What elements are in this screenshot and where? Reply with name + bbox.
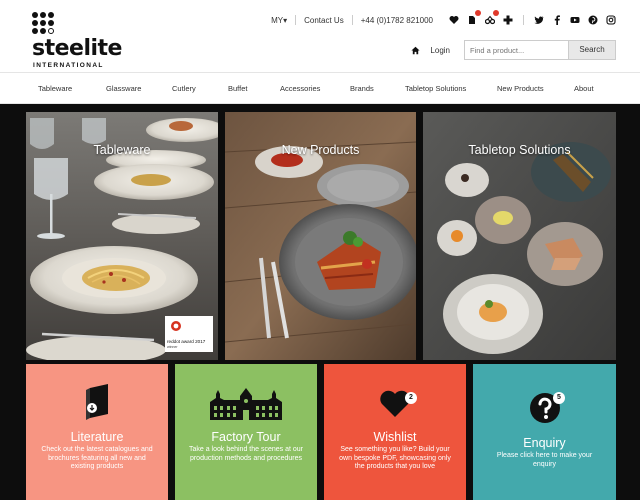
phone-number: +44 (0)1782 821000 (360, 15, 433, 25)
twitter-icon[interactable] (532, 13, 546, 27)
nav-glassware[interactable]: Glassware (106, 84, 141, 93)
contact-us-link[interactable]: Contact Us (302, 16, 346, 25)
divider (295, 15, 297, 25)
book-icon (86, 384, 108, 420)
panel-tabletop-solutions[interactable]: Tabletop Solutions (423, 112, 616, 360)
tile-description: Check out the latest catalogues and broc… (41, 446, 153, 471)
pinterest-icon[interactable] (586, 13, 600, 27)
panel-title: Tabletop Solutions (468, 143, 571, 157)
nav-buffet[interactable]: Buffet (228, 84, 247, 93)
panel-tableware[interactable]: Tableware reddot award 2017 winner (26, 112, 218, 360)
region-selector[interactable]: MY▾ (269, 16, 289, 25)
factory-building-icon (210, 388, 282, 420)
site-header: steelite INTERNATIONAL MY▾ Contact Us +4… (0, 0, 640, 72)
document-icon[interactable] (465, 10, 481, 27)
nav-cutlery[interactable]: Cutlery (172, 84, 196, 93)
main-nav: Tableware Glassware Cutlery Buffet Acces… (0, 72, 640, 104)
tile-description: See something you like? Build your own b… (339, 446, 451, 471)
enquiry-count-badge: 5 (553, 392, 565, 404)
notification-dot (493, 10, 499, 16)
tile-enquiry[interactable]: 5 Enquiry Please click here to make your… (473, 364, 616, 500)
main-content: Tableware reddot award 2017 winner New P… (0, 104, 640, 500)
heart-icon[interactable] (447, 13, 461, 27)
wishlist-count-badge: 2 (405, 392, 417, 404)
top-utility-bar: MY▾ Contact Us +44 (0)1782 821000 (269, 10, 620, 28)
steelite-logo[interactable]: steelite INTERNATIONAL (32, 12, 132, 69)
nav-about[interactable]: About (574, 84, 594, 93)
nav-tabletop-solutions[interactable]: Tabletop Solutions (405, 84, 466, 93)
plus-cross-icon[interactable] (501, 13, 515, 27)
tile-title: Literature (70, 430, 124, 444)
tile-description: Take a look behind the scenes at our pro… (188, 446, 303, 462)
facebook-icon[interactable] (550, 13, 564, 27)
logo-subtitle: INTERNATIONAL (33, 62, 104, 69)
tile-title: Wishlist (373, 430, 417, 444)
login-link[interactable]: Login (430, 46, 450, 55)
notification-dot (475, 10, 481, 16)
nav-brands[interactable]: Brands (350, 84, 374, 93)
compare-icon[interactable] (483, 10, 499, 27)
nav-new-products[interactable]: New Products (497, 84, 544, 93)
instagram-icon[interactable] (604, 13, 618, 27)
award-text: reddot award 2017 (167, 339, 206, 344)
nav-tableware[interactable]: Tableware (38, 84, 72, 93)
youtube-icon[interactable] (568, 13, 582, 27)
divider (523, 15, 524, 25)
award-subtext: winner (167, 345, 178, 349)
tile-title: Enquiry (523, 436, 566, 450)
divider (351, 15, 353, 25)
panel-title: New Products (281, 143, 360, 157)
account-search-row: Login Search (408, 40, 616, 60)
logo-dots-icon (32, 12, 58, 38)
tile-description: Please click here to make your enquiry (496, 452, 593, 468)
logo-wordmark: steelite (32, 36, 122, 61)
search-input[interactable] (464, 40, 568, 60)
nav-accessories[interactable]: Accessories (280, 84, 320, 93)
panel-new-products[interactable]: New Products (225, 112, 416, 360)
tile-title: Factory Tour (211, 430, 281, 444)
search-button[interactable]: Search (568, 40, 616, 60)
tile-factory-tour[interactable]: Factory Tour Take a look behind the scen… (175, 364, 317, 500)
tile-literature[interactable]: Literature Check out the latest catalogu… (26, 364, 168, 500)
tile-wishlist[interactable]: 2 Wishlist See something you like? Build… (324, 364, 466, 500)
home-icon[interactable] (408, 43, 422, 57)
panel-title: Tableware (93, 143, 151, 157)
region-label: MY (271, 15, 284, 25)
